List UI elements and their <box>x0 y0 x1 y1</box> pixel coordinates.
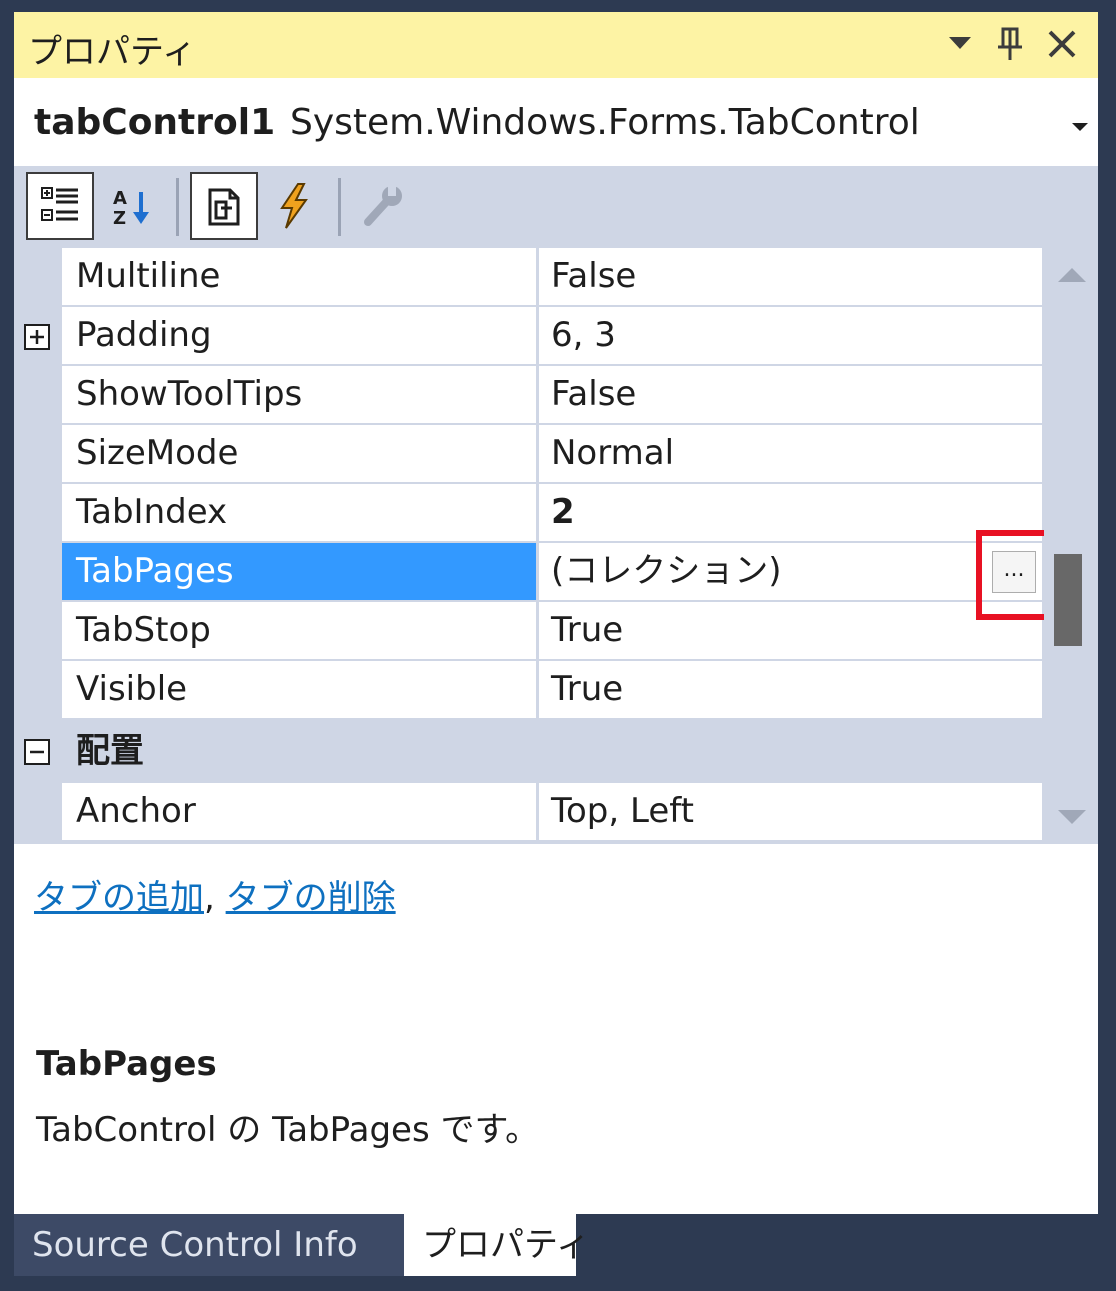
property-row-sizemode[interactable]: SizeMode Normal <box>14 425 1044 484</box>
row-gutter <box>14 366 62 425</box>
property-value[interactable]: False <box>539 366 1042 423</box>
link-separator: , <box>204 878 215 918</box>
toolbar-separator <box>176 178 179 236</box>
property-row-showtooltips[interactable]: ShowToolTips False <box>14 366 1044 425</box>
property-name: SizeMode <box>62 425 536 482</box>
category-label: 配置 <box>62 722 1044 781</box>
row-gutter <box>14 602 62 661</box>
property-row-visible[interactable]: Visible True <box>14 661 1044 720</box>
property-name: Visible <box>62 661 536 718</box>
chevron-down-icon[interactable] <box>938 20 982 68</box>
category-row-layout[interactable]: 配置 <box>14 722 1044 781</box>
categorized-icon[interactable] <box>26 172 94 240</box>
property-value[interactable]: Normal <box>539 425 1042 482</box>
property-name: ShowToolTips <box>62 366 536 423</box>
vertical-scrollbar[interactable] <box>1044 248 1098 844</box>
row-gutter <box>14 783 62 842</box>
property-value[interactable]: False <box>539 248 1042 305</box>
row-gutter <box>14 661 62 720</box>
close-icon[interactable] <box>1040 20 1084 68</box>
object-name: tabControl1 <box>34 102 276 143</box>
collapse-icon[interactable] <box>24 739 50 765</box>
property-name: TabIndex <box>62 484 536 541</box>
property-row-tabpages[interactable]: TabPages (コレクション) ... <box>14 543 1044 602</box>
property-value[interactable]: Top, Left <box>539 783 1042 840</box>
property-name: Anchor <box>62 783 536 840</box>
row-gutter <box>14 543 62 602</box>
svg-text:A: A <box>113 188 127 209</box>
property-value[interactable]: 6, 3 <box>539 307 1042 364</box>
expand-icon[interactable] <box>24 324 50 350</box>
scrollbar-thumb[interactable] <box>1054 554 1082 646</box>
svg-text:Z: Z <box>113 208 126 228</box>
property-row-tabindex[interactable]: TabIndex 2 <box>14 484 1044 543</box>
property-value[interactable]: True <box>539 661 1042 718</box>
description-text: TabControl の TabPages です。 <box>36 1110 540 1150</box>
property-rows: Multiline False Padding 6, 3 ShowToolTip… <box>14 248 1056 844</box>
row-gutter <box>14 248 62 307</box>
property-name: TabPages <box>62 543 536 600</box>
tab-source-control-info[interactable]: Source Control Info <box>14 1214 404 1276</box>
property-row-tabstop[interactable]: TabStop True <box>14 602 1044 661</box>
properties-window: プロパティ tabControl1 System.Windows.Forms.T… <box>14 12 1098 1214</box>
toolbar-separator <box>338 178 341 236</box>
property-row-padding[interactable]: Padding 6, 3 <box>14 307 1044 366</box>
object-selector[interactable]: tabControl1 System.Windows.Forms.TabCont… <box>14 78 1098 166</box>
commands-pane: タブの追加, タブの削除 <box>14 844 1098 1024</box>
property-pages-icon[interactable] <box>350 172 418 240</box>
command-links: タブの追加, タブの削除 <box>34 870 396 919</box>
chevron-down-icon[interactable] <box>1072 118 1088 137</box>
property-row-anchor[interactable]: Anchor Top, Left <box>14 783 1044 842</box>
description-pane: TabPages TabControl の TabPages です。 <box>14 1024 1098 1214</box>
property-name: Multiline <box>62 248 536 305</box>
pin-icon[interactable] <box>988 20 1032 68</box>
properties-toolbar: A Z <box>14 166 1098 248</box>
events-icon[interactable] <box>260 172 328 240</box>
object-type: System.Windows.Forms.TabControl <box>290 102 920 143</box>
property-name: TabStop <box>62 602 536 659</box>
description-title: TabPages <box>36 1044 217 1084</box>
scroll-down-icon[interactable] <box>1058 808 1086 824</box>
add-tab-link[interactable]: タブの追加 <box>34 878 204 918</box>
property-row-multiline[interactable]: Multiline False <box>14 248 1044 307</box>
scroll-up-icon[interactable] <box>1058 268 1086 284</box>
window-title: プロパティ <box>28 32 196 72</box>
remove-tab-link[interactable]: タブの削除 <box>226 878 396 918</box>
tab-properties[interactable]: プロパティ <box>404 1214 590 1276</box>
alphabetical-icon[interactable]: A Z <box>98 172 166 240</box>
property-value[interactable]: True <box>539 602 1042 659</box>
property-name: Padding <box>62 307 536 364</box>
property-grid: Multiline False Padding 6, 3 ShowToolTip… <box>14 248 1098 844</box>
property-value[interactable]: 2 <box>539 484 1042 541</box>
row-gutter <box>14 484 62 543</box>
title-bar: プロパティ <box>14 12 1098 78</box>
row-gutter <box>14 425 62 484</box>
property-value[interactable]: (コレクション) <box>539 543 1042 600</box>
properties-icon[interactable] <box>190 172 258 240</box>
